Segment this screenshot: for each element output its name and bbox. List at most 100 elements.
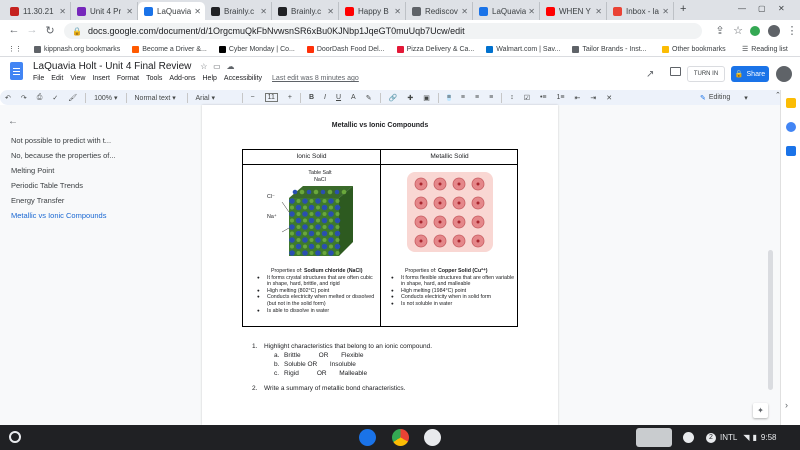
close-window-icon[interactable]: ✕ bbox=[778, 4, 785, 13]
browser-tab[interactable]: WHEN Y ✕ bbox=[540, 2, 607, 20]
outline-item[interactable]: Metallic vs Ionic Compounds bbox=[11, 211, 106, 220]
line-spacing-icon[interactable]: ↕ bbox=[510, 94, 514, 101]
highlight-color-icon[interactable]: ✎ bbox=[366, 94, 372, 102]
bookmark-item[interactable]: Become a Driver &... bbox=[132, 45, 207, 53]
bookmark-item[interactable]: DoorDash Food Del... bbox=[306, 45, 385, 53]
browser-tab[interactable]: Unit 4 Pr ✕ bbox=[71, 2, 138, 20]
document-page[interactable]: Metallic vs Ionic Compounds Ionic Solid … bbox=[202, 105, 558, 425]
decrease-font-size-icon[interactable]: − bbox=[251, 94, 255, 101]
align-right-icon[interactable]: ≡ bbox=[475, 94, 479, 101]
menu-file[interactable]: File bbox=[33, 75, 44, 82]
outline-item[interactable]: Periodic Table Trends bbox=[11, 181, 83, 190]
menu-insert[interactable]: Insert bbox=[92, 75, 110, 82]
tab-close-icon[interactable]: ✕ bbox=[461, 7, 468, 16]
last-edit-link[interactable]: Last edit was 8 minutes ago bbox=[272, 75, 359, 82]
tab-close-icon[interactable]: ✕ bbox=[528, 7, 535, 16]
increase-font-size-icon[interactable]: + bbox=[288, 94, 292, 101]
browser-tab[interactable]: 11.30.21 ✕ bbox=[4, 2, 71, 20]
clear-formatting-icon[interactable]: ✕ bbox=[606, 94, 612, 102]
meet-app-icon[interactable] bbox=[359, 429, 376, 446]
address-bar[interactable]: 🔒 docs.google.com/document/d/1OrgcmuQkFb… bbox=[64, 23, 702, 39]
share-page-icon[interactable]: ⇪ bbox=[712, 24, 728, 37]
tab-close-icon[interactable]: ✕ bbox=[194, 7, 201, 16]
browser-tab[interactable]: LaQuavia ✕ bbox=[473, 2, 540, 20]
turn-in-button[interactable]: TURN IN bbox=[687, 66, 725, 82]
browser-tab[interactable]: Rediscov ✕ bbox=[406, 2, 473, 20]
tab-close-icon[interactable]: ✕ bbox=[394, 7, 401, 16]
undo-icon[interactable]: ↶ bbox=[5, 94, 11, 102]
bookmark-item[interactable]: Cyber Monday | Co... bbox=[218, 45, 295, 53]
menu-format[interactable]: Format bbox=[117, 75, 139, 82]
tab-close-icon[interactable]: ✕ bbox=[595, 7, 602, 16]
activity-dashboard-icon[interactable]: ↗ bbox=[646, 69, 654, 80]
decrease-indent-icon[interactable]: ⇤ bbox=[575, 94, 581, 102]
menu-accessibility[interactable]: Accessibility bbox=[224, 75, 262, 82]
menu-edit[interactable]: Edit bbox=[51, 75, 63, 82]
editing-mode-select[interactable]: ✎ Editing ▾ bbox=[700, 91, 762, 104]
outline-back-arrow-icon[interactable]: ← bbox=[8, 116, 18, 127]
back-arrow-icon[interactable]: ← bbox=[6, 24, 22, 36]
apps-grid-icon[interactable]: ⋮⋮ bbox=[8, 45, 22, 53]
font-select[interactable]: Arial ▾ bbox=[196, 94, 234, 102]
new-tab-button[interactable]: + bbox=[680, 3, 686, 15]
outline-item[interactable]: No, because the properties of... bbox=[11, 151, 116, 160]
document-title[interactable]: LaQuavia Holt - Unit 4 Final Review ☆ ▭ … bbox=[33, 61, 234, 72]
paragraph-style-select[interactable]: Normal text ▾ bbox=[135, 94, 179, 102]
share-button[interactable]: 🔒 Share bbox=[731, 66, 769, 82]
browser-tab[interactable]: Brainly.c ✕ bbox=[272, 2, 339, 20]
expand-panel-icon[interactable]: › bbox=[785, 400, 788, 410]
notification-icon[interactable] bbox=[683, 432, 694, 443]
text-color-icon[interactable]: A bbox=[351, 94, 356, 101]
underline-icon[interactable]: U bbox=[336, 94, 341, 101]
tab-close-icon[interactable]: ✕ bbox=[126, 7, 133, 16]
menu-view[interactable]: View bbox=[70, 75, 85, 82]
system-tray[interactable]: 2 INTL ◥ ▮ 9:58 bbox=[706, 429, 776, 446]
align-center-icon[interactable]: ≡ bbox=[461, 94, 465, 101]
redo-icon[interactable]: ↷ bbox=[21, 94, 27, 102]
bold-icon[interactable]: B bbox=[309, 94, 314, 101]
google-docs-logo-icon[interactable] bbox=[10, 62, 23, 80]
star-icon[interactable]: ☆ bbox=[200, 62, 207, 71]
font-size-input[interactable]: 11 bbox=[264, 93, 278, 102]
menu-help[interactable]: Help bbox=[203, 75, 217, 82]
keep-icon[interactable] bbox=[786, 98, 796, 108]
m-app-icon[interactable] bbox=[424, 429, 441, 446]
bulleted-list-icon[interactable]: •≡ bbox=[540, 94, 547, 101]
account-avatar[interactable] bbox=[776, 66, 792, 82]
reload-icon[interactable]: ↻ bbox=[42, 24, 58, 37]
paint-format-icon[interactable]: 🖌 bbox=[68, 94, 77, 102]
insert-comment-icon[interactable]: ✚ bbox=[407, 94, 413, 102]
chrome-app-icon[interactable] bbox=[392, 429, 409, 446]
outline-item[interactable]: Energy Transfer bbox=[11, 196, 64, 205]
comment-history-icon[interactable] bbox=[670, 67, 681, 76]
zoom-select[interactable]: 100% ▾ bbox=[94, 94, 117, 102]
checklist-icon[interactable]: ☑ bbox=[524, 94, 530, 102]
menu-add-ons[interactable]: Add-ons bbox=[169, 75, 195, 82]
menu-tools[interactable]: Tools bbox=[146, 75, 162, 82]
numbered-list-icon[interactable]: 1≡ bbox=[557, 94, 565, 101]
extension-icon[interactable] bbox=[750, 26, 760, 36]
minimize-icon[interactable]: — bbox=[738, 4, 746, 13]
tasks-icon[interactable] bbox=[786, 122, 796, 132]
outline-item[interactable]: Not possible to predict with t... bbox=[11, 136, 111, 145]
print-icon[interactable]: ⎙ bbox=[37, 94, 43, 102]
notification-thumbnail[interactable] bbox=[636, 428, 672, 447]
increase-indent-icon[interactable]: ⇥ bbox=[590, 94, 596, 102]
tab-close-icon[interactable]: ✕ bbox=[327, 7, 334, 16]
reading-list[interactable]: ☰ Reading list bbox=[742, 45, 788, 54]
vertical-scrollbar[interactable] bbox=[768, 250, 773, 390]
profile-avatar[interactable] bbox=[768, 25, 780, 37]
browser-tab[interactable]: Inbox - la ✕ bbox=[607, 2, 674, 20]
insert-image-icon[interactable]: ▣ bbox=[423, 94, 430, 102]
browser-tab[interactable]: Happy B ✕ bbox=[339, 2, 406, 20]
maximize-icon[interactable]: ▢ bbox=[758, 4, 766, 13]
explore-icon[interactable]: ✦ bbox=[753, 403, 768, 418]
launcher-icon[interactable] bbox=[9, 431, 21, 443]
browser-tab[interactable]: Brainly.c ✕ bbox=[205, 2, 272, 20]
bookmark-item[interactable]: Walmart.com | Sav... bbox=[486, 45, 560, 53]
other-bookmarks[interactable]: Other bookmarks bbox=[662, 45, 726, 53]
italic-icon[interactable]: I bbox=[324, 94, 326, 101]
outline-item[interactable]: Melting Point bbox=[11, 166, 54, 175]
bookmark-item[interactable]: Tailor Brands - Inst... bbox=[572, 45, 647, 53]
insert-link-icon[interactable]: 🔗 bbox=[389, 94, 398, 102]
